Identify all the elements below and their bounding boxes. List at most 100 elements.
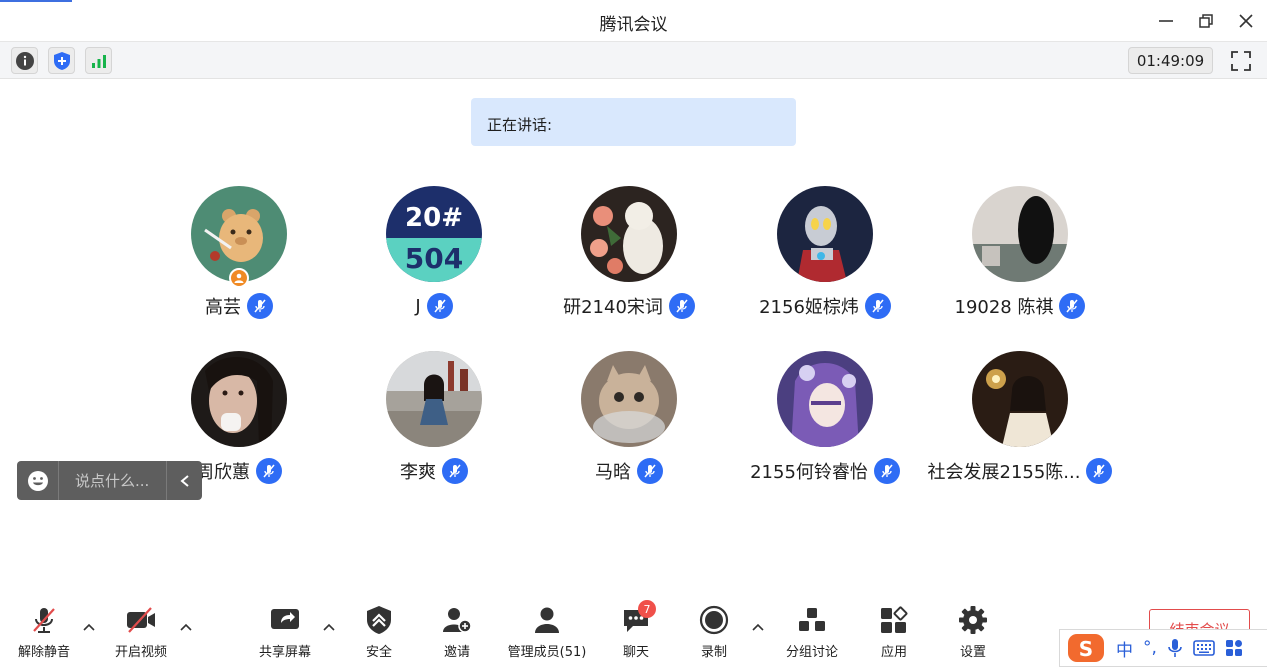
restore-button[interactable] <box>1193 8 1219 34</box>
record-icon <box>698 604 730 636</box>
participant-tile[interactable]: 社会发展2155陈... <box>922 351 1118 501</box>
meeting-info-button[interactable] <box>11 47 38 74</box>
window-title: 腾讯会议 <box>599 15 668 35</box>
participant-tile[interactable]: 20# 504 J <box>336 186 532 336</box>
close-button[interactable] <box>1233 8 1259 34</box>
portrait-avatar-image <box>191 351 287 447</box>
manage-members-label: 管理成员(51) <box>507 645 587 660</box>
avatar <box>972 186 1068 282</box>
share-screen-button[interactable]: 共享屏幕 <box>245 604 325 662</box>
ime-language-toggle[interactable]: 中 <box>1116 636 1133 661</box>
invite-button[interactable]: 邀请 <box>417 604 497 662</box>
fullscreen-button[interactable] <box>1227 47 1254 74</box>
participant-tile[interactable]: 李爽 <box>336 351 532 501</box>
host-user-icon <box>234 273 244 283</box>
share-screen-icon <box>269 604 301 636</box>
mic-muted-icon <box>426 293 453 319</box>
settings-button[interactable]: 设置 <box>933 604 1013 662</box>
mic-muted-toolbar-icon <box>28 604 60 636</box>
unmute-label: 解除静音 <box>17 645 70 660</box>
record-button[interactable]: 录制 <box>674 604 754 662</box>
ime-keyboard-icon[interactable] <box>1193 640 1215 656</box>
ime-toolbox-icon[interactable] <box>1225 639 1243 657</box>
avatar <box>386 351 482 447</box>
silhouette-avatar-image <box>972 186 1068 282</box>
participant-tile[interactable]: 19028 陈祺 <box>922 186 1118 336</box>
invite-label: 邀请 <box>443 645 470 660</box>
mic-muted-icon <box>1086 458 1113 484</box>
restore-icon <box>1199 14 1213 28</box>
participant-name: 马晗 <box>595 462 631 483</box>
participant-nameline: 2156姬棕炜 <box>727 290 923 322</box>
participant-tile[interactable]: 2155何铃睿怡 <box>727 351 923 501</box>
participant-name: 社会发展2155陈... <box>927 462 1081 483</box>
collapse-chat-button[interactable] <box>166 461 202 500</box>
participant-name: 李爽 <box>400 462 436 483</box>
chevron-left-icon <box>179 474 189 487</box>
security-status-button[interactable] <box>48 47 75 74</box>
room-number-avatar-image: 20# 504 <box>386 186 482 282</box>
share-screen-label: 共享屏幕 <box>258 645 311 660</box>
minimize-button[interactable] <box>1153 8 1179 34</box>
record-label: 录制 <box>700 645 727 660</box>
members-icon <box>531 604 563 636</box>
participant-tile[interactable]: 马晗 <box>531 351 727 501</box>
participant-name: 周欣蕙 <box>196 462 250 483</box>
participant-tile[interactable]: 高芸 <box>141 186 337 336</box>
avatar <box>581 351 677 447</box>
network-status-button[interactable] <box>85 47 112 74</box>
svg-text:504: 504 <box>405 242 463 275</box>
meeting-info-bar: 01:49:09 <box>0 42 1267 79</box>
title-bar: 腾讯会议 <box>0 0 1267 42</box>
chat-input-placeholder[interactable]: 说点什么... <box>59 470 166 491</box>
unmute-button[interactable]: 解除静音 <box>4 604 84 662</box>
mic-muted-icon <box>442 458 468 484</box>
meeting-timer: 01:49:09 <box>1128 47 1213 74</box>
ime-punctuation-toggle[interactable]: °, <box>1143 638 1157 658</box>
video-options-caret[interactable] <box>179 620 193 634</box>
start-video-button[interactable]: 开启视频 <box>101 604 181 662</box>
participant-tile[interactable]: 研2140宋词 <box>531 186 727 336</box>
mic-muted-icon <box>864 293 891 319</box>
sogou-logo-icon[interactable]: S <box>1066 632 1106 664</box>
participant-tile[interactable]: 2156姬棕炜 <box>727 186 923 336</box>
unread-chat-badge: 7 <box>638 600 656 618</box>
title-accent <box>0 0 72 2</box>
participant-name: 高芸 <box>205 297 241 318</box>
share-options-caret[interactable] <box>322 620 336 634</box>
record-options-caret[interactable] <box>751 620 765 634</box>
participant-name: 19028 陈祺 <box>954 297 1054 318</box>
manage-members-button[interactable]: 管理成员(51) <box>497 604 597 662</box>
ime-status-bar: S 中 °, <box>1059 629 1267 667</box>
ime-voice-icon[interactable] <box>1167 638 1183 658</box>
emoji-icon <box>27 470 48 491</box>
mic-muted-icon <box>637 458 663 484</box>
participant-nameline: 研2140宋词 <box>531 290 727 322</box>
start-video-label: 开启视频 <box>114 645 167 660</box>
cat-flowers-avatar-image <box>581 186 677 282</box>
chevron-up-icon <box>83 623 95 631</box>
breakout-rooms-button[interactable]: 分组讨论 <box>772 604 852 662</box>
info-icon <box>15 51 34 70</box>
minimize-icon <box>1159 20 1173 22</box>
avatar <box>972 351 1068 447</box>
participant-name: J <box>415 295 421 317</box>
avatar <box>777 351 873 447</box>
participant-nameline: 社会发展2155陈... <box>922 455 1118 487</box>
mic-muted-icon <box>247 293 273 319</box>
sparkler-portrait-avatar-image <box>972 351 1068 447</box>
quick-chat-box[interactable]: 说点什么... <box>17 461 202 500</box>
active-speaker-banner: 正在讲话: <box>471 98 796 146</box>
apps-button[interactable]: 应用 <box>854 604 934 662</box>
emoji-button[interactable] <box>17 461 59 500</box>
video-off-icon <box>125 604 157 636</box>
avatar <box>581 186 677 282</box>
mic-muted-icon <box>256 458 282 484</box>
chat-button[interactable]: 7 聊天 <box>596 600 676 662</box>
security-label: 安全 <box>365 645 392 660</box>
mic-muted-icon <box>873 458 900 484</box>
security-button[interactable]: 安全 <box>339 604 419 662</box>
audio-options-caret[interactable] <box>82 620 96 634</box>
gear-icon <box>957 604 989 636</box>
participant-nameline: 李爽 <box>336 455 532 487</box>
